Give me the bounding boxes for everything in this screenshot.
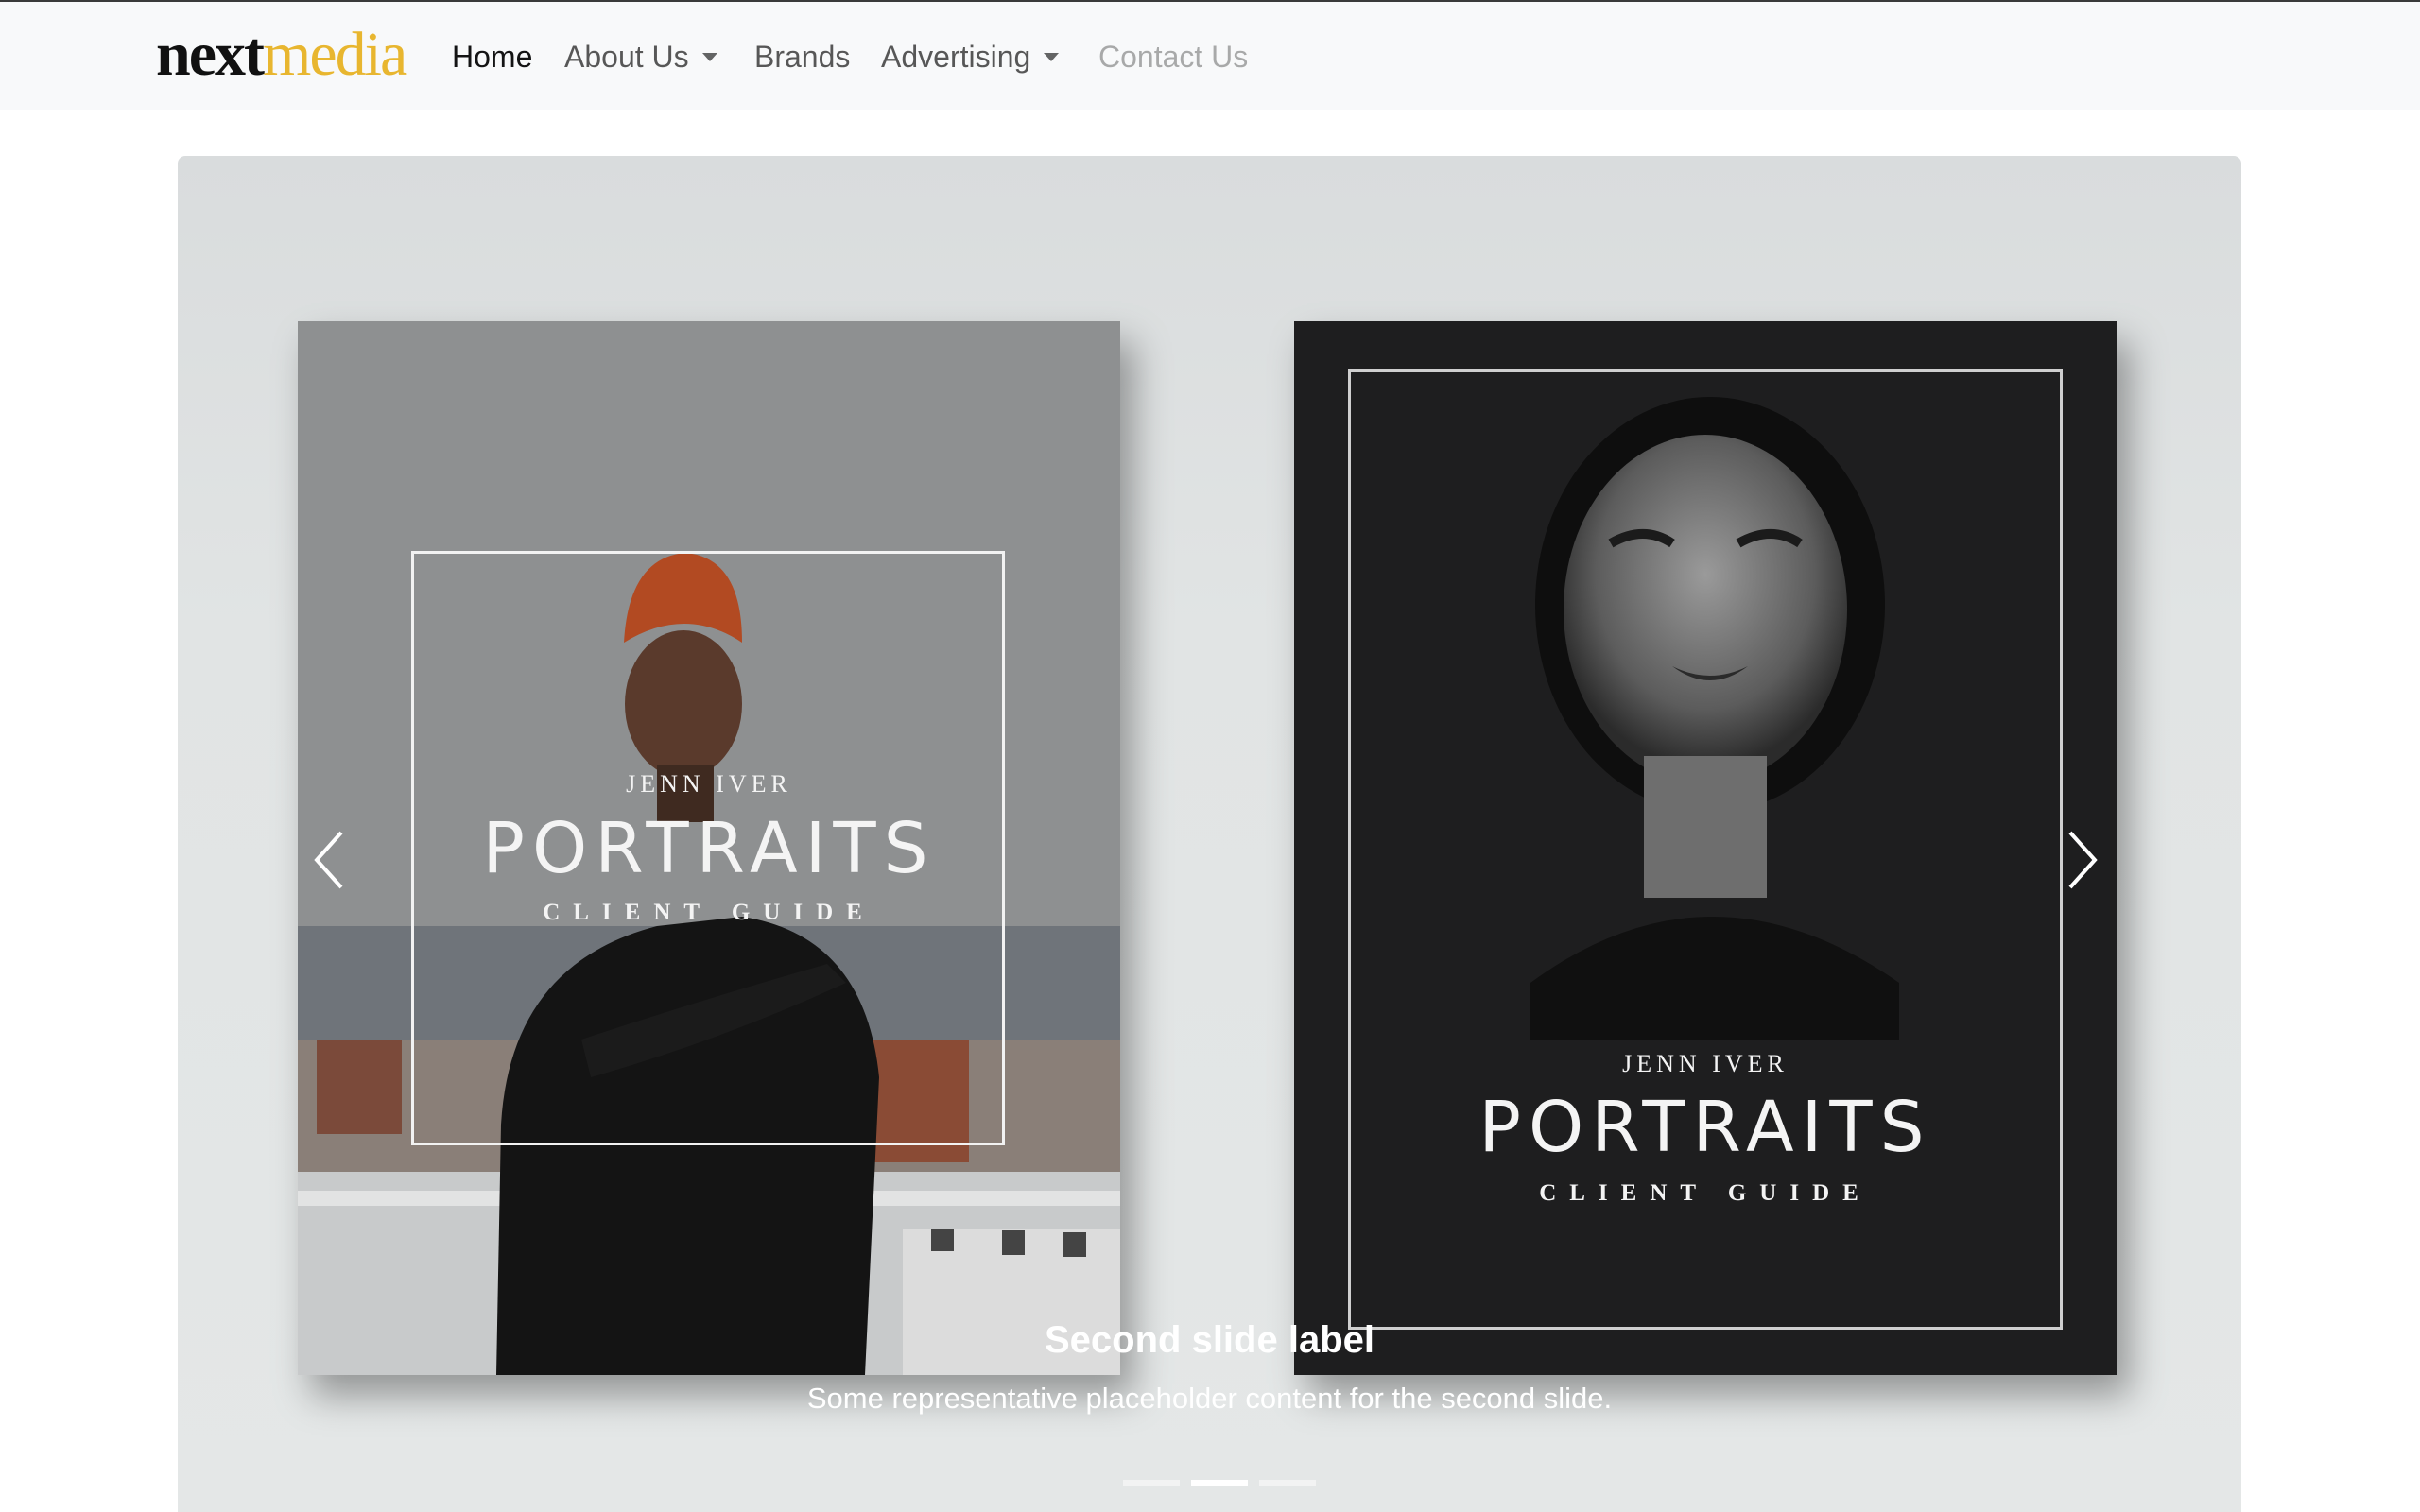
nav-home[interactable]: Home — [452, 34, 532, 79]
slide-caption-title: Second slide label — [1044, 1319, 1374, 1361]
caret-down-icon — [701, 53, 717, 61]
nav-about-us-dropdown[interactable]: About Us — [564, 34, 717, 79]
nav-brands[interactable]: Brands — [754, 34, 850, 79]
cover-subtitle: CLIENT GUIDE — [1539, 1180, 1872, 1206]
carousel-indicators — [1123, 1475, 1331, 1494]
portraits-cover-left: JENN IVER PORTRAITS CLIENT GUIDE — [298, 321, 1120, 1375]
carousel-prev-button[interactable] — [296, 817, 372, 902]
nav-about-us-label: About Us — [564, 40, 689, 74]
cover-subtitle: CLIENT GUIDE — [543, 900, 875, 925]
top-navbar: nextmedia Home About Us Brands Advertisi… — [0, 2, 2420, 110]
brand-logo[interactable]: nextmedia — [156, 20, 407, 89]
portraits-cover-right: JENN IVER PORTRAITS CLIENT GUIDE — [1294, 321, 2117, 1375]
slide-caption-text: Some representative placeholder content … — [806, 1382, 1613, 1415]
chevron-left-icon — [314, 831, 343, 889]
brand-logo-media: media — [262, 20, 407, 89]
nav-contact-us: Contact Us — [1098, 40, 1249, 74]
carousel-indicator-2[interactable] — [1191, 1480, 1248, 1486]
chevron-right-icon — [2068, 831, 2098, 889]
carousel-indicator-1[interactable] — [1123, 1480, 1180, 1486]
cover-title: PORTRAITS — [1478, 1087, 1932, 1168]
cover-author: JENN IVER — [626, 770, 792, 798]
nav-advertising-dropdown[interactable]: Advertising — [881, 34, 1060, 79]
nav-advertising-label: Advertising — [881, 40, 1031, 74]
cover-title: PORTRAITS — [482, 808, 936, 889]
caret-down-icon — [1044, 53, 1060, 61]
image-carousel: JENN IVER PORTRAITS CLIENT GUIDE JENN IV… — [178, 156, 2241, 1512]
cover-author: JENN IVER — [1622, 1050, 1789, 1077]
carousel-indicator-3[interactable] — [1259, 1480, 1316, 1486]
carousel-next-button[interactable] — [2049, 817, 2125, 902]
brand-logo-next: next — [156, 20, 265, 89]
